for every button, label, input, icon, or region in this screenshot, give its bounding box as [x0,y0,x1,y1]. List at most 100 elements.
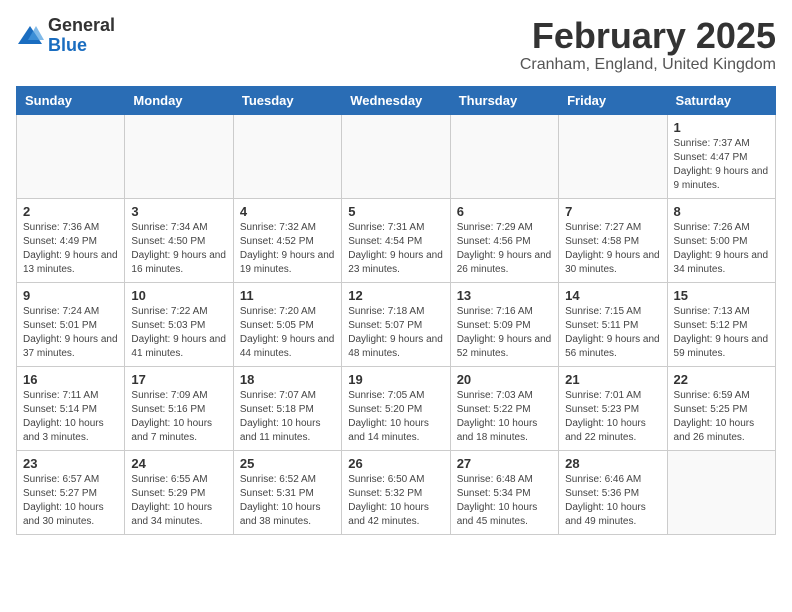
weekday-header: Monday [125,86,233,114]
weekday-header: Saturday [667,86,775,114]
calendar-day-cell: 6 Sunrise: 7:29 AM Sunset: 4:56 PM Daylig… [450,198,558,282]
day-number: 19 [348,372,443,387]
logo-text: General Blue [48,16,115,56]
calendar-day-cell: 22 Sunrise: 6:59 AM Sunset: 5:25 PM Dayli… [667,366,775,450]
day-number: 15 [674,288,769,303]
title-block: February 2025 Cranham, England, United K… [520,16,776,74]
weekday-header: Friday [559,86,667,114]
calendar-day-cell [233,114,341,198]
day-number: 2 [23,204,118,219]
day-number: 28 [565,456,660,471]
calendar-day-cell: 18 Sunrise: 7:07 AM Sunset: 5:18 PM Dayli… [233,366,341,450]
calendar-day-cell [667,450,775,534]
calendar-day-cell: 2 Sunrise: 7:36 AM Sunset: 4:49 PM Daylig… [17,198,125,282]
day-info: Sunrise: 7:05 AM Sunset: 5:20 PM Dayligh… [348,389,443,445]
day-number: 1 [674,120,769,135]
calendar-day-cell: 5Sunrise: 7:31 AM Sunset: 4:54 PM Daylig… [342,198,450,282]
logo-general: General [48,16,115,36]
day-info: Sunrise: 7:24 AM Sunset: 5:01 PM Dayligh… [23,305,118,361]
day-info: Sunrise: 7:27 AM Sunset: 4:58 PM Dayligh… [565,221,660,277]
weekday-header: Thursday [450,86,558,114]
day-info: Sunrise: 7:37 AM Sunset: 4:47 PM Dayligh… [674,137,769,193]
day-number: 27 [457,456,552,471]
calendar-day-cell: 7 Sunrise: 7:27 AM Sunset: 4:58 PM Daylig… [559,198,667,282]
calendar-day-cell [342,114,450,198]
calendar-day-cell: 23Sunrise: 6:57 AM Sunset: 5:27 PM Dayli… [17,450,125,534]
day-number: 20 [457,372,552,387]
calendar-table: SundayMondayTuesdayWednesdayThursdayFrid… [16,86,776,535]
location: Cranham, England, United Kingdom [520,56,776,74]
day-number: 13 [457,288,552,303]
weekday-header: Tuesday [233,86,341,114]
calendar-day-cell: 8Sunrise: 7:26 AM Sunset: 5:00 PM Daylig… [667,198,775,282]
day-info: Sunrise: 7:32 AM Sunset: 4:52 PM Dayligh… [240,221,335,277]
calendar-day-cell: 27 Sunrise: 6:48 AM Sunset: 5:34 PM Dayli… [450,450,558,534]
calendar-day-cell: 11Sunrise: 7:20 AM Sunset: 5:05 PM Dayli… [233,282,341,366]
calendar-day-cell: 9 Sunrise: 7:24 AM Sunset: 5:01 PM Daylig… [17,282,125,366]
day-number: 22 [674,372,769,387]
day-info: Sunrise: 6:48 AM Sunset: 5:34 PM Dayligh… [457,473,552,529]
day-info: Sunrise: 7:03 AM Sunset: 5:22 PM Dayligh… [457,389,552,445]
page-header: General Blue February 2025 Cranham, Engl… [16,16,776,74]
day-number: 16 [23,372,118,387]
calendar-day-cell: 28Sunrise: 6:46 AM Sunset: 5:36 PM Dayli… [559,450,667,534]
calendar-week-row: 16Sunrise: 7:11 AM Sunset: 5:14 PM Dayli… [17,366,776,450]
calendar-day-cell: 21 Sunrise: 7:01 AM Sunset: 5:23 PM Dayli… [559,366,667,450]
day-info: Sunrise: 7:07 AM Sunset: 5:18 PM Dayligh… [240,389,335,445]
weekday-header: Wednesday [342,86,450,114]
day-number: 14 [565,288,660,303]
weekday-header: Sunday [17,86,125,114]
day-number: 26 [348,456,443,471]
day-number: 6 [457,204,552,219]
day-info: Sunrise: 7:34 AM Sunset: 4:50 PM Dayligh… [131,221,226,277]
day-number: 9 [23,288,118,303]
day-info: Sunrise: 6:55 AM Sunset: 5:29 PM Dayligh… [131,473,226,529]
day-info: Sunrise: 7:36 AM Sunset: 4:49 PM Dayligh… [23,221,118,277]
calendar-day-cell: 19 Sunrise: 7:05 AM Sunset: 5:20 PM Dayli… [342,366,450,450]
calendar-day-cell: 3 Sunrise: 7:34 AM Sunset: 4:50 PM Daylig… [125,198,233,282]
day-number: 25 [240,456,335,471]
calendar-week-row: 2 Sunrise: 7:36 AM Sunset: 4:49 PM Daylig… [17,198,776,282]
calendar-day-cell [125,114,233,198]
month-title: February 2025 [520,16,776,56]
day-number: 24 [131,456,226,471]
calendar-day-cell: 24 Sunrise: 6:55 AM Sunset: 5:29 PM Dayli… [125,450,233,534]
day-info: Sunrise: 7:16 AM Sunset: 5:09 PM Dayligh… [457,305,552,361]
calendar-day-cell: 10 Sunrise: 7:22 AM Sunset: 5:03 PM Dayli… [125,282,233,366]
day-info: Sunrise: 6:52 AM Sunset: 5:31 PM Dayligh… [240,473,335,529]
calendar-day-cell: 15 Sunrise: 7:13 AM Sunset: 5:12 PM Dayli… [667,282,775,366]
calendar-day-cell: 1 Sunrise: 7:37 AM Sunset: 4:47 PM Daylig… [667,114,775,198]
day-number: 8 [674,204,769,219]
calendar-day-cell: 20 Sunrise: 7:03 AM Sunset: 5:22 PM Dayli… [450,366,558,450]
logo-blue: Blue [48,36,115,56]
day-info: Sunrise: 7:22 AM Sunset: 5:03 PM Dayligh… [131,305,226,361]
calendar-day-cell: 16Sunrise: 7:11 AM Sunset: 5:14 PM Dayli… [17,366,125,450]
calendar-day-cell [450,114,558,198]
day-info: Sunrise: 7:09 AM Sunset: 5:16 PM Dayligh… [131,389,226,445]
day-info: Sunrise: 6:59 AM Sunset: 5:25 PM Dayligh… [674,389,769,445]
calendar-day-cell: 25 Sunrise: 6:52 AM Sunset: 5:31 PM Dayli… [233,450,341,534]
day-number: 11 [240,288,335,303]
calendar-day-cell: 17 Sunrise: 7:09 AM Sunset: 5:16 PM Dayli… [125,366,233,450]
day-info: Sunrise: 7:01 AM Sunset: 5:23 PM Dayligh… [565,389,660,445]
day-info: Sunrise: 7:29 AM Sunset: 4:56 PM Dayligh… [457,221,552,277]
day-number: 21 [565,372,660,387]
day-info: Sunrise: 6:57 AM Sunset: 5:27 PM Dayligh… [23,473,118,529]
day-number: 10 [131,288,226,303]
day-number: 17 [131,372,226,387]
day-info: Sunrise: 7:18 AM Sunset: 5:07 PM Dayligh… [348,305,443,361]
calendar-day-cell: 26 Sunrise: 6:50 AM Sunset: 5:32 PM Dayli… [342,450,450,534]
day-info: Sunrise: 6:50 AM Sunset: 5:32 PM Dayligh… [348,473,443,529]
weekday-header-row: SundayMondayTuesdayWednesdayThursdayFrid… [17,86,776,114]
calendar-day-cell: 13 Sunrise: 7:16 AM Sunset: 5:09 PM Dayli… [450,282,558,366]
calendar-day-cell: 14Sunrise: 7:15 AM Sunset: 5:11 PM Dayli… [559,282,667,366]
day-info: Sunrise: 7:13 AM Sunset: 5:12 PM Dayligh… [674,305,769,361]
day-number: 3 [131,204,226,219]
calendar-week-row: 9 Sunrise: 7:24 AM Sunset: 5:01 PM Daylig… [17,282,776,366]
logo-icon [16,22,44,50]
calendar-day-cell [559,114,667,198]
day-number: 18 [240,372,335,387]
day-number: 7 [565,204,660,219]
logo: General Blue [16,16,115,56]
day-number: 12 [348,288,443,303]
